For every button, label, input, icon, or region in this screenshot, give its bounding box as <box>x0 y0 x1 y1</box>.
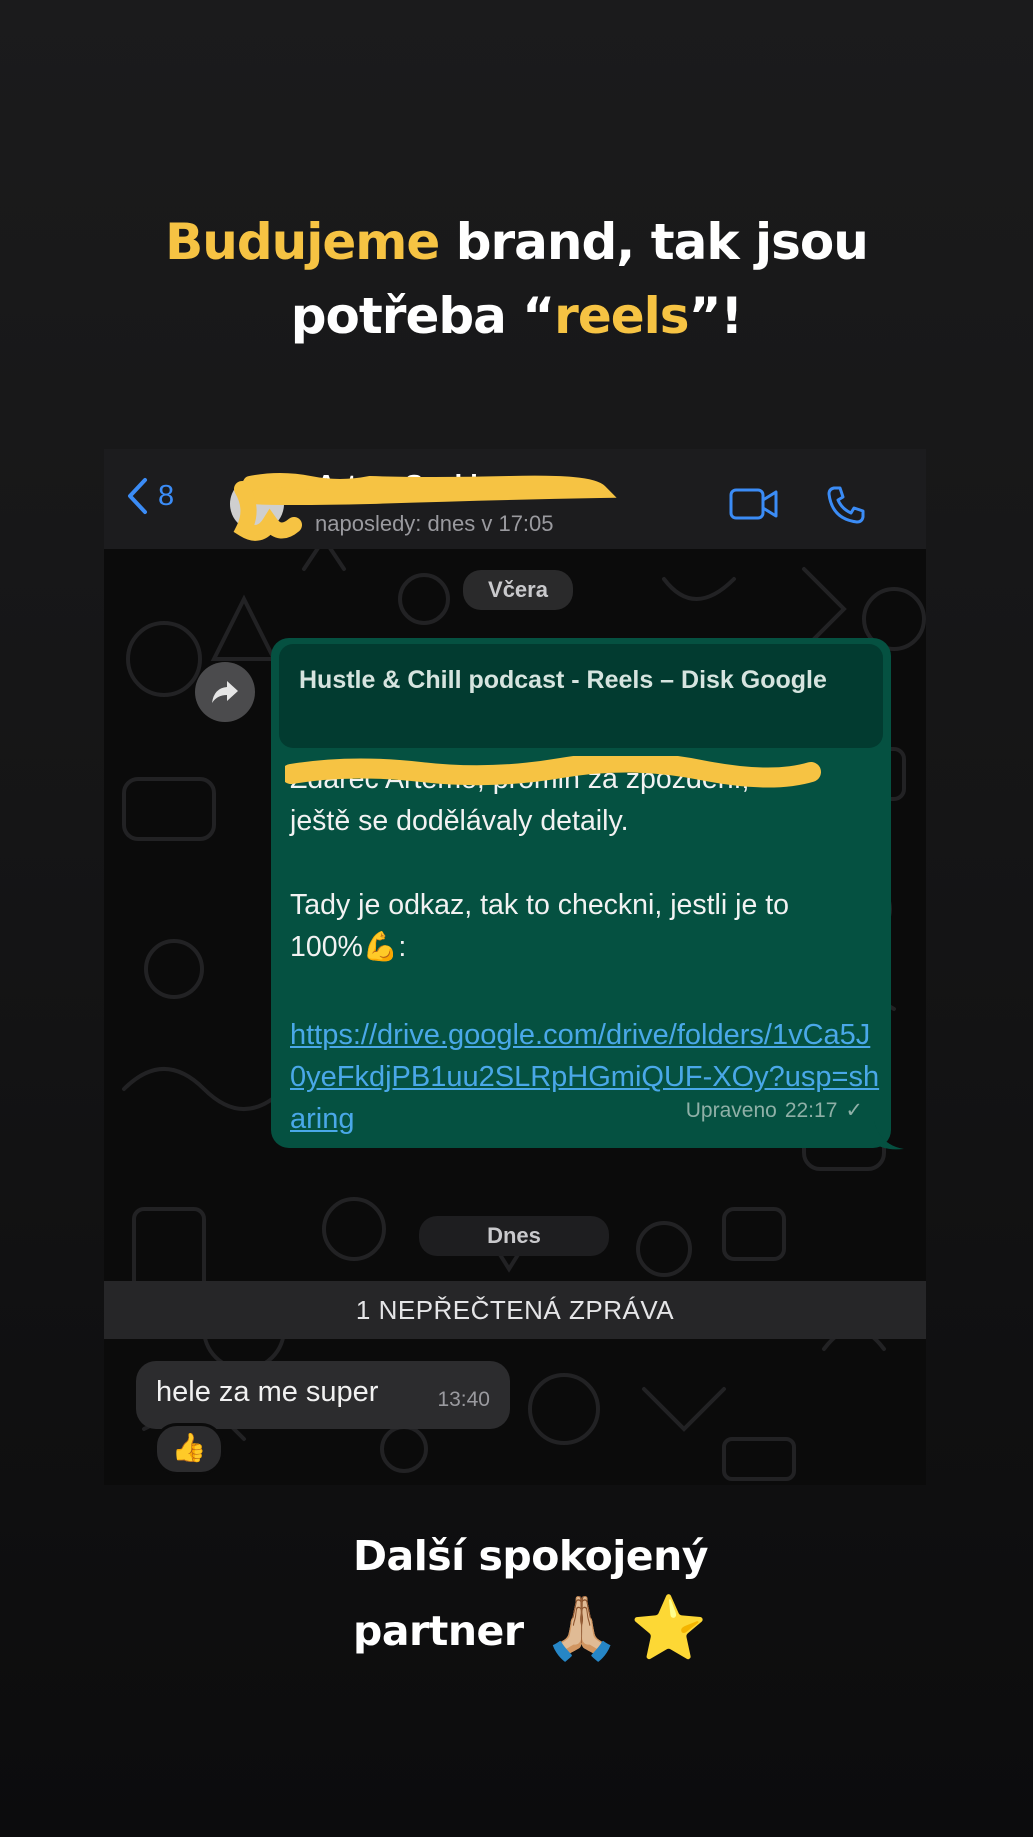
video-call-icon[interactable] <box>729 487 779 521</box>
headline-text-3: ”! <box>688 287 744 345</box>
edited-label: Upraveno <box>685 1098 777 1122</box>
headline-line-2: potřeba “reels”! <box>0 279 1033 353</box>
praying-hands-icon: 🙏🏼 <box>543 1594 621 1663</box>
star-icon: ⭐ <box>630 1594 708 1663</box>
sent-check-icon: ✓ <box>845 1099 863 1122</box>
day-separator-yesterday: Včera <box>463 570 573 610</box>
link-preview-title: Hustle & Chill podcast - Reels – Disk Go… <box>299 666 827 694</box>
headline-accent-2: reels <box>554 287 689 345</box>
back-count: 8 <box>158 479 175 512</box>
redaction-scribble-message <box>285 756 821 788</box>
headline: Budujeme brand, tak jsou potřeba “reels”… <box>0 205 1033 353</box>
chat-header: 8 Artem Saykin naposledy: dnes v 17:05 <box>104 449 926 549</box>
message-meta: Upraveno 22:17 ✓ <box>686 1098 863 1123</box>
headline-text-2: potřeba “ <box>290 287 555 345</box>
outgoing-message[interactable]: Hustle & Chill podcast - Reels – Disk Go… <box>271 638 891 1148</box>
thumbs-up-reaction[interactable]: 👍 <box>154 1423 224 1475</box>
headline-line-1: Budujeme brand, tak jsou <box>0 205 1033 279</box>
unread-banner: 1 NEPŘEČTENÁ ZPRÁVA <box>104 1281 926 1339</box>
incoming-message[interactable]: hele za me super 13:40 <box>136 1361 510 1429</box>
day-separator-today: Dnes <box>419 1216 609 1256</box>
phone-icon[interactable] <box>826 485 866 525</box>
caption-line-1: Další spokojený <box>353 1532 709 1580</box>
incoming-message-time: 13:40 <box>437 1388 490 1411</box>
headline-text-1: brand, tak jsou <box>439 213 869 271</box>
caption-emojis: 🙏🏼 ⭐ <box>543 1592 707 1665</box>
chat-screenshot: 8 Artem Saykin naposledy: dnes v 17:05 V… <box>104 449 926 1485</box>
forward-icon <box>212 681 238 703</box>
redaction-scribble <box>233 473 617 541</box>
incoming-message-text: hele za me super <box>156 1376 379 1408</box>
headline-accent-1: Budujeme <box>165 213 440 271</box>
link-preview[interactable]: Hustle & Chill podcast - Reels – Disk Go… <box>279 644 883 748</box>
chevron-left-icon <box>128 478 147 514</box>
bubble-tail <box>874 1121 904 1150</box>
message-time: 22:17 <box>784 1098 838 1122</box>
forward-button[interactable] <box>195 662 255 722</box>
back-button[interactable]: 8 <box>126 477 174 515</box>
